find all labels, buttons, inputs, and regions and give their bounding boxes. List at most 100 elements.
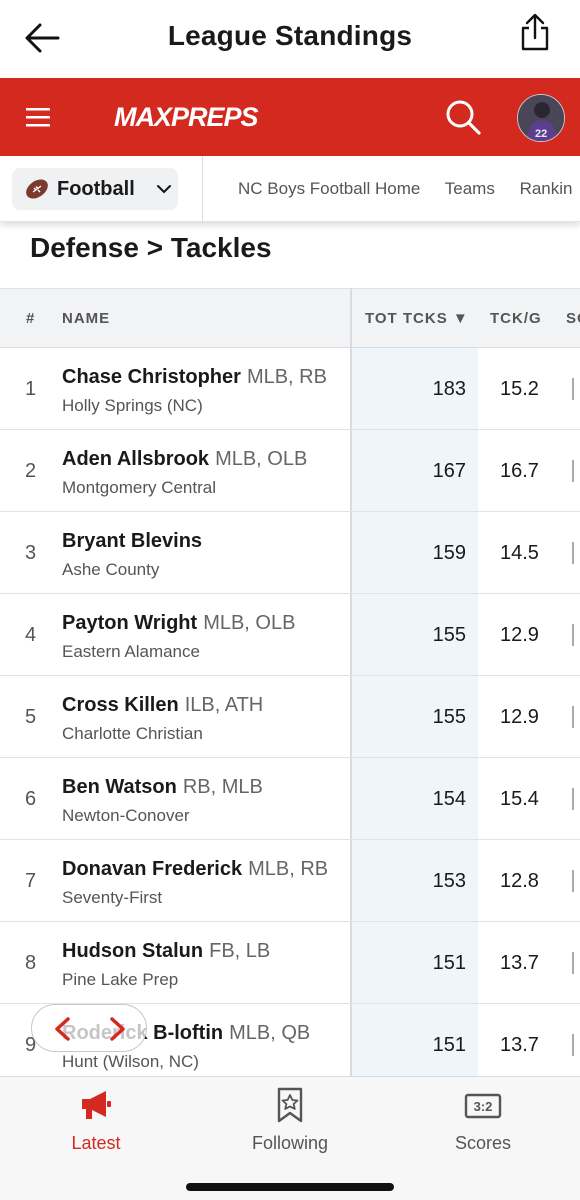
sport-nav-row: Football NC Boys Football Home Teams Ran… xyxy=(0,156,580,222)
player-position: MLB, RB xyxy=(248,858,329,880)
row-rank: 1 xyxy=(25,378,37,400)
row-rank: 8 xyxy=(25,952,37,974)
tackles-per-game: 16.7 xyxy=(500,460,539,482)
school-name: Montgomery Central xyxy=(62,478,217,497)
table-row[interactable]: 8 Hudson Stalun FB, LB Pine Lake Prep 151… xyxy=(0,922,580,1004)
table-header: # NAME TOT TCKS ▼ TCK/G SO xyxy=(0,288,580,348)
player-position: FB, LB xyxy=(209,940,271,962)
megaphone-icon xyxy=(82,1091,111,1119)
home-indicator xyxy=(186,1183,394,1191)
total-tackles: 167 xyxy=(432,460,466,482)
table-row[interactable]: 2 Aden Allsbrook MLB, OLB Montgomery Cent… xyxy=(0,430,580,512)
svg-text:MAXPREPS: MAXPREPS xyxy=(114,102,259,132)
row-rank: 7 xyxy=(25,870,37,892)
tab-label: Scores xyxy=(454,1133,512,1153)
player-name[interactable]: Ben Watson RB, MLB xyxy=(62,776,263,799)
school-name: Hunt (Wilson, NC) xyxy=(62,1052,199,1071)
tab-following[interactable]: Following xyxy=(215,1085,365,1154)
clipped-column-value xyxy=(572,870,580,892)
table-row[interactable]: 4 Payton Wright MLB, OLB Eastern Alamance… xyxy=(0,594,580,676)
tackles-per-game: 12.8 xyxy=(500,870,539,892)
total-tackles: 151 xyxy=(432,952,466,974)
player-position: MLB, RB xyxy=(246,366,327,388)
clipped-column-value xyxy=(572,624,580,646)
tackles-per-game: 13.7 xyxy=(500,952,539,974)
sport-selector-label: Football xyxy=(57,178,135,200)
chevron-left-icon[interactable] xyxy=(52,1016,72,1042)
total-tackles: 154 xyxy=(432,788,466,810)
player-name[interactable]: Hudson Stalun FB, LB xyxy=(62,940,270,963)
player-name[interactable]: Aden Allsbrook MLB, OLB xyxy=(62,448,307,471)
player-position: ILB, ATH xyxy=(184,694,264,716)
tab-latest[interactable]: Latest xyxy=(21,1085,171,1154)
clipped-column-value xyxy=(572,542,580,564)
search-icon[interactable] xyxy=(444,98,482,136)
table-row[interactable]: 1 Chase Christopher MLB, RB Holly Springs… xyxy=(0,348,580,430)
tackles-per-game: 15.2 xyxy=(500,378,539,400)
clipped-column-value xyxy=(572,952,580,974)
row-rank: 2 xyxy=(25,460,37,482)
school-name: Eastern Alamance xyxy=(62,642,200,661)
total-tackles: 153 xyxy=(432,870,466,892)
player-position: MLB, QB xyxy=(229,1022,311,1044)
tackles-per-game: 14.5 xyxy=(500,542,539,564)
share-icon[interactable] xyxy=(518,12,552,52)
player-name[interactable]: Bryant Blevins xyxy=(62,530,208,553)
page-title: League Standings xyxy=(167,20,413,51)
player-name[interactable]: Payton Wright MLB, OLB xyxy=(62,612,295,635)
brand-bar: MAXPREPS 22 xyxy=(0,78,580,156)
player-position: MLB, OLB xyxy=(215,448,308,470)
clipped-column-value xyxy=(572,460,580,482)
sport-selector[interactable]: Football xyxy=(12,168,178,210)
subnav-link-home[interactable]: NC Boys Football Home xyxy=(238,179,420,198)
column-header-total-tackles[interactable]: TOT TCKS ▼ xyxy=(365,310,469,327)
row-rank: 4 xyxy=(25,624,37,646)
table-row[interactable]: 3 Bryant Blevins Ashe County 159 14.5 xyxy=(0,512,580,594)
stats-table: # NAME TOT TCKS ▼ TCK/G SO 1 Chase Chris… xyxy=(0,288,580,1078)
row-rank: 3 xyxy=(25,542,37,564)
scoreboard-icon: 3:2 xyxy=(464,1093,502,1119)
player-name[interactable]: Chase Christopher MLB, RB xyxy=(62,366,327,389)
row-rank: 5 xyxy=(25,706,37,728)
sub-nav: NC Boys Football Home Teams Rankin xyxy=(238,179,580,199)
clipped-column-value xyxy=(572,378,580,400)
maxpreps-logo[interactable]: MAXPREPS xyxy=(114,100,264,134)
football-icon xyxy=(26,179,48,199)
total-tackles: 159 xyxy=(432,542,466,564)
bookmark-star-icon xyxy=(277,1087,303,1123)
bottom-tab-bar: Latest Following 3:2 Scores xyxy=(0,1076,580,1200)
player-name[interactable]: Cross Killen ILB, ATH xyxy=(62,694,263,717)
tab-scores[interactable]: 3:2 Scores xyxy=(408,1085,558,1154)
tab-label: Latest xyxy=(71,1133,121,1153)
player-position: RB, MLB xyxy=(182,776,263,798)
svg-text:22: 22 xyxy=(535,128,547,140)
page-nav-pill xyxy=(31,1004,147,1052)
top-nav: League Standings xyxy=(0,0,580,78)
chevron-down-icon xyxy=(157,185,171,194)
school-name: Newton-Conover xyxy=(62,806,190,825)
tab-label: Following xyxy=(251,1133,329,1153)
tackles-per-game: 12.9 xyxy=(500,706,539,728)
school-name: Charlotte Christian xyxy=(62,724,203,743)
svg-text:3:2: 3:2 xyxy=(474,1099,493,1114)
hamburger-menu-icon[interactable] xyxy=(26,106,50,128)
column-header-tackles-per-game[interactable]: TCK/G xyxy=(490,310,542,327)
player-position: MLB, OLB xyxy=(203,612,296,634)
divider xyxy=(202,156,203,222)
table-row[interactable]: 5 Cross Killen ILB, ATH Charlotte Christi… xyxy=(0,676,580,758)
player-name[interactable]: Donavan Frederick MLB, RB xyxy=(62,858,328,881)
column-header-name[interactable]: NAME xyxy=(62,310,110,327)
total-tackles: 183 xyxy=(432,378,466,400)
total-tackles: 155 xyxy=(432,624,466,646)
table-row[interactable]: 7 Donavan Frederick MLB, RB Seventy-First… xyxy=(0,840,580,922)
subnav-link-rankings[interactable]: Rankin xyxy=(520,179,573,198)
column-header-solo[interactable]: SO xyxy=(566,310,580,327)
user-avatar[interactable]: 22 xyxy=(517,94,565,142)
school-name: Pine Lake Prep xyxy=(62,970,179,989)
total-tackles: 151 xyxy=(432,1034,466,1056)
chevron-right-icon[interactable] xyxy=(108,1016,128,1042)
school-name: Holly Springs (NC) xyxy=(62,396,203,415)
subnav-link-teams[interactable]: Teams xyxy=(445,179,495,198)
table-row[interactable]: 6 Ben Watson RB, MLB Newton-Conover 154 1… xyxy=(0,758,580,840)
school-name: Seventy-First xyxy=(62,888,163,907)
